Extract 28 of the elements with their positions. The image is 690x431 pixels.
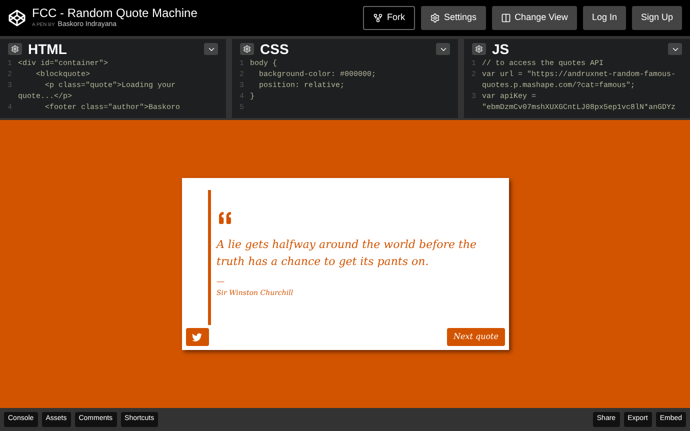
editor-title: HTML xyxy=(28,42,67,56)
quote-text: A lie gets halfway around the world before the truth has a chance to get its pants on. xyxy=(216,237,478,270)
header-button[interactable]: Change View xyxy=(492,6,577,30)
settings-icon[interactable] xyxy=(472,43,486,55)
gear-icon xyxy=(11,45,19,53)
quote-mark-icon xyxy=(216,210,232,226)
header-button[interactable]: Log In xyxy=(582,6,626,30)
pen-title: FCC - Random Quote Machine xyxy=(32,6,198,20)
settings-icon[interactable] xyxy=(240,43,254,55)
cube-logo-icon xyxy=(8,9,26,27)
header-button[interactable]: Sign Up xyxy=(632,6,682,30)
gear-icon xyxy=(475,45,483,53)
editor-title: CSS xyxy=(260,42,289,56)
settings-icon xyxy=(430,13,440,23)
bird-icon xyxy=(192,332,202,342)
next-quote-button[interactable]: Next quote xyxy=(447,328,504,346)
dropdown-button[interactable] xyxy=(436,43,450,55)
tweet-button[interactable] xyxy=(186,328,208,346)
layout-icon xyxy=(500,13,511,23)
dropdown-button[interactable] xyxy=(668,43,682,55)
editor-title: JS xyxy=(492,42,510,56)
dropdown-button[interactable] xyxy=(204,43,218,55)
header-button[interactable]: Settings xyxy=(421,6,486,30)
fork-button[interactable]: Fork xyxy=(363,6,416,30)
dash: — xyxy=(216,278,226,286)
gear-icon xyxy=(243,45,251,53)
fork-icon xyxy=(373,13,384,23)
settings-icon[interactable] xyxy=(8,43,22,55)
